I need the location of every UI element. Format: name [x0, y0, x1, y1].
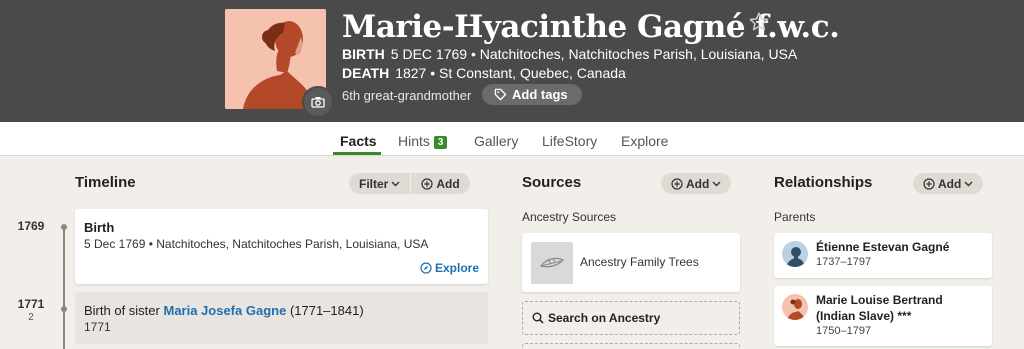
tab-bar: Facts Hints 3 Gallery LifeStory Explore [0, 122, 1024, 156]
source-name: Ancestry Family Trees [580, 255, 699, 269]
chevron-down-icon [391, 181, 400, 186]
chevron-down-icon [964, 181, 973, 186]
event-age: 2 [28, 312, 34, 323]
explore-label: Explore [434, 261, 479, 275]
plus-circle-icon [421, 177, 433, 190]
parent-dates: 1750–1797 [816, 325, 872, 337]
timeline-line [63, 226, 65, 349]
male-avatar-icon [782, 241, 808, 267]
tag-icon [494, 88, 507, 101]
plus-circle-icon [923, 177, 935, 190]
tab-lifestory[interactable]: LifeStory [542, 133, 597, 149]
event-detail: 5 Dec 1769 • Natchitoches, Natchitoches … [84, 237, 429, 251]
birth-label: BIRTH [342, 46, 385, 62]
event-title: Birth of sister Maria Josefa Gagne (1771… [84, 303, 364, 318]
event-title-prefix: Birth of sister [84, 303, 160, 318]
event-year: 1769 [17, 219, 45, 233]
sister-dates: (1771–1841) [289, 303, 364, 318]
leaf-icon [531, 242, 573, 284]
compass-icon [420, 262, 432, 274]
parent-name: Étienne Estevan Gagné [816, 240, 950, 254]
add-tags-label: Add tags [512, 87, 568, 102]
timeline-dot [61, 306, 67, 312]
parent-name-line1: Marie Louise Bertrand [816, 293, 943, 307]
timeline-title: Timeline [75, 174, 136, 191]
tab-hints-label: Hints [398, 133, 430, 149]
search-ancestry-label: Search on Ancestry [548, 311, 661, 325]
search-ancestry-button[interactable]: Search on Ancestry [522, 301, 740, 335]
hints-count-badge: 3 [433, 136, 448, 149]
sources-add-button[interactable]: Add [661, 173, 732, 194]
tab-facts[interactable]: Facts [340, 133, 377, 149]
tab-gallery[interactable]: Gallery [474, 133, 518, 149]
event-card-sibling-birth[interactable]: Birth of sister Maria Josefa Gagne (1771… [75, 292, 488, 344]
timeline-dot [61, 224, 67, 230]
death-summary: DEATH 1827 • St Constant, Quebec, Canada [342, 65, 626, 81]
ancestry-sources-label: Ancestry Sources [522, 210, 617, 224]
tab-hints[interactable]: Hints 3 [398, 133, 448, 149]
sources-add-label: Add [686, 176, 710, 191]
sister-name-link[interactable]: Maria Josefa Gagne [163, 303, 286, 318]
source-card[interactable]: Ancestry Family Trees [522, 233, 740, 292]
event-detail: 1771 [84, 320, 111, 334]
parent-name: Marie Louise Bertrand (Indian Slave) *** [816, 292, 943, 324]
timeline-add-label: Add [436, 176, 460, 191]
birth-value: 5 DEC 1769 • Natchitoches, Natchitoches … [390, 46, 798, 62]
relationships-add-label: Add [938, 176, 962, 191]
search-icon [532, 312, 544, 324]
parents-label: Parents [774, 210, 816, 224]
birth-summary: BIRTH 5 DEC 1769 • Natchitoches, Natchito… [342, 46, 797, 62]
star-icon[interactable] [748, 11, 770, 33]
parent-card-father[interactable]: Étienne Estevan Gagné 1737–1797 [774, 233, 992, 278]
parent-dates: 1737–1797 [816, 256, 872, 268]
parent-name-line2: (Indian Slave) *** [816, 309, 912, 323]
relationships-title: Relationships [774, 174, 873, 191]
placeholder-slot [522, 343, 740, 349]
event-year: 1771 [17, 297, 45, 311]
female-avatar-icon [782, 294, 808, 320]
event-card-birth[interactable]: Birth 5 Dec 1769 • Natchitoches, Natchit… [75, 209, 488, 284]
filter-button[interactable]: Filter [349, 173, 410, 194]
active-tab-indicator [333, 152, 381, 155]
tab-explore[interactable]: Explore [621, 133, 668, 149]
relationship-label: 6th great-grandmother [342, 88, 472, 103]
chevron-down-icon [712, 181, 721, 186]
add-tags-button[interactable]: Add tags [482, 84, 582, 105]
death-label: DEATH [342, 65, 390, 81]
death-value: 1827 • St Constant, Quebec, Canada [395, 65, 626, 81]
event-title: Birth [84, 220, 115, 235]
relationships-add-button[interactable]: Add [913, 173, 984, 194]
plus-circle-icon [671, 177, 683, 190]
timeline-add-button[interactable]: Add [411, 173, 469, 194]
timeline-actions: Filter Add [349, 173, 470, 194]
camera-button[interactable] [302, 86, 334, 118]
camera-icon [311, 97, 325, 108]
sources-title: Sources [522, 174, 582, 191]
explore-link[interactable]: Explore [420, 261, 479, 275]
filter-label: Filter [359, 176, 389, 191]
parent-card-mother[interactable]: Marie Louise Bertrand (Indian Slave) ***… [774, 286, 992, 346]
person-header: Marie-Hyacinthe Gagné f.w.c. BIRTH 5 DEC … [0, 0, 1024, 122]
